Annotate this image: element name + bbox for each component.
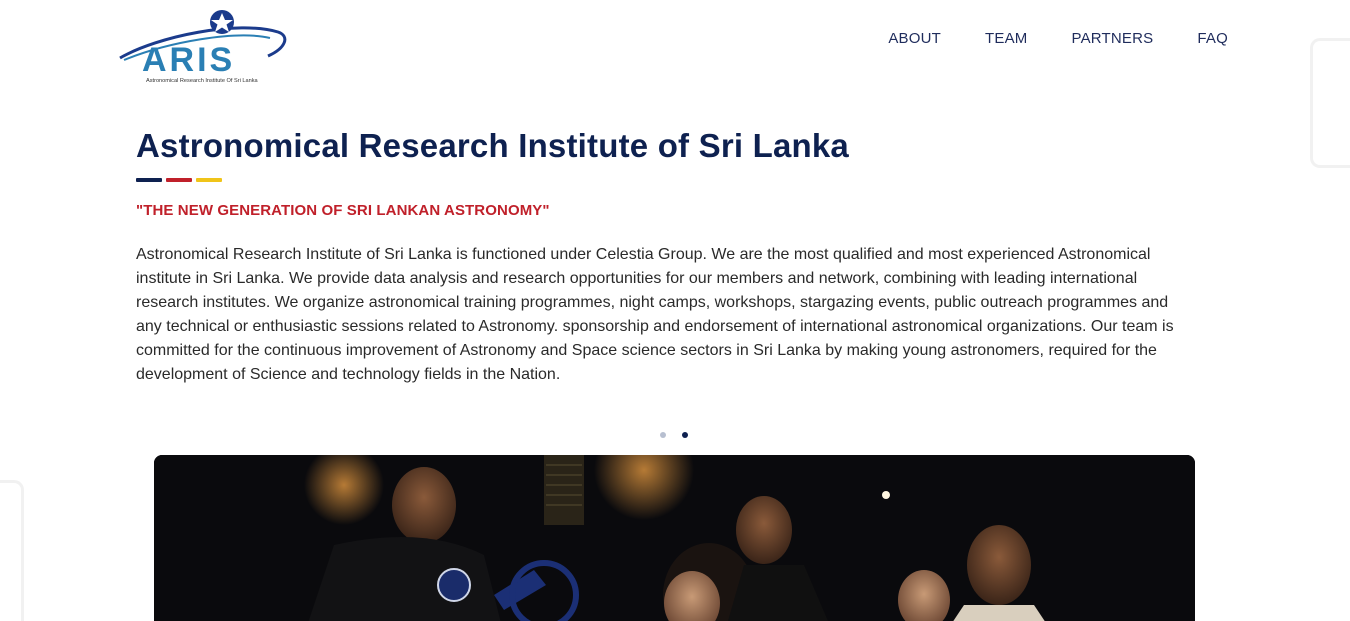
accent-bars — [136, 178, 1176, 182]
event-photo — [154, 455, 1195, 621]
carousel-dots — [660, 432, 688, 438]
nav-partners[interactable]: PARTNERS — [1071, 30, 1153, 47]
tagline: "THE NEW GENERATION OF SRI LANKAN ASTRON… — [136, 202, 550, 219]
logo-wordmark: ARIS — [142, 41, 235, 79]
carousel-dot-1[interactable] — [660, 432, 666, 438]
nav-faq[interactable]: FAQ — [1197, 30, 1228, 47]
description: Astronomical Research Institute of Sri L… — [136, 246, 1174, 383]
decorative-shape-left — [0, 480, 24, 621]
event-photo-illustration — [154, 455, 1195, 621]
aris-logo[interactable]: ARIS Astronomical Research Institute Of … — [118, 6, 288, 86]
carousel-dot-2-active[interactable] — [682, 432, 688, 438]
accent-bar-yellow — [196, 178, 222, 182]
hero-section: Astronomical Research Institute of Sri L… — [136, 120, 1176, 403]
accent-bar-navy — [136, 178, 162, 182]
page: ARIS Astronomical Research Institute Of … — [0, 0, 1350, 621]
accent-bar-red — [166, 178, 192, 182]
site-header: ARIS Astronomical Research Institute Of … — [0, 0, 1350, 90]
nav-about[interactable]: ABOUT — [888, 30, 941, 47]
aris-logo-graphic: ARIS Astronomical Research Institute Of … — [119, 10, 287, 84]
nav-team[interactable]: TEAM — [985, 30, 1027, 47]
main-nav: ABOUT TEAM PARTNERS FAQ — [888, 30, 1228, 47]
logo-subtext: Astronomical Research Institute Of Sri L… — [146, 78, 259, 84]
page-title: Astronomical Research Institute of Sri L… — [136, 127, 849, 164]
